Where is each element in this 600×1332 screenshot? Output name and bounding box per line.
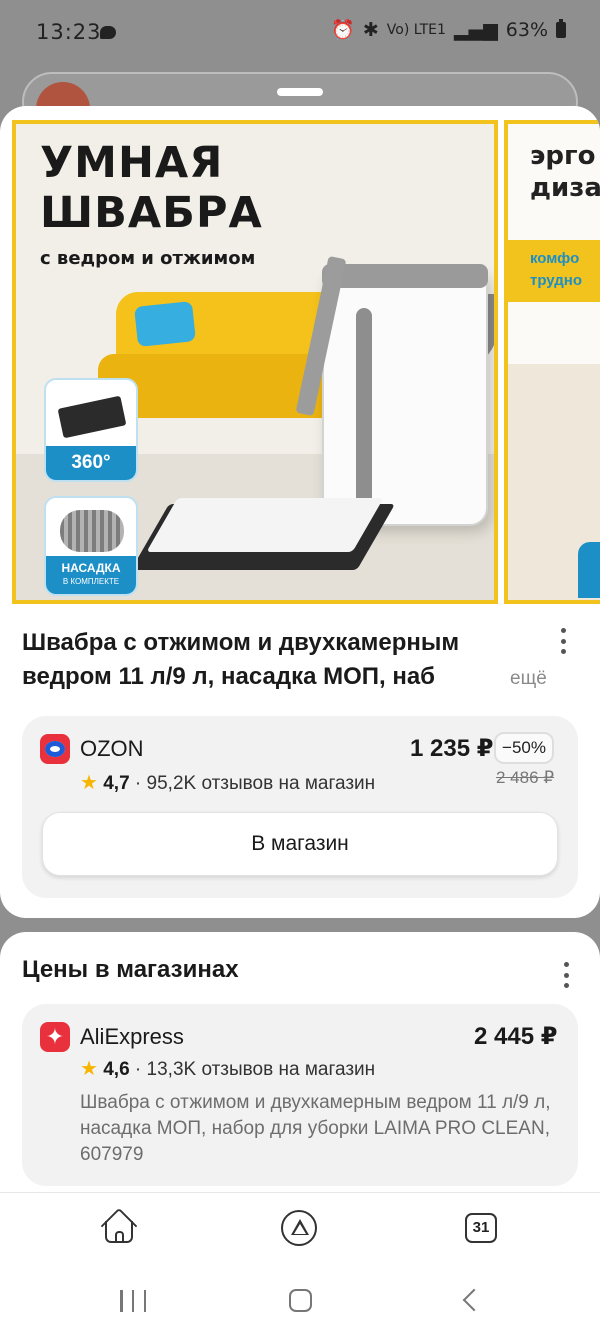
system-nav-bar xyxy=(0,1268,600,1332)
product-title-line2: ведром 11 л/9 л, насадка МОП, наб xyxy=(22,663,436,690)
pad-badge-subtext: В КОМПЛЕКТЕ xyxy=(62,577,120,586)
mop-head-icon xyxy=(57,395,127,439)
rating-value: 4,7 xyxy=(103,773,130,794)
reviews-count: · 95,2K отзывов на магазин xyxy=(134,773,376,794)
tabs-button[interactable]: 31 xyxy=(462,1209,502,1249)
rating-value: 4,6 xyxy=(103,1059,130,1080)
bluetooth-icon: ✱ xyxy=(362,18,379,41)
bucket-lid xyxy=(322,264,488,288)
shop-name: OZON xyxy=(80,736,144,761)
product-gallery[interactable]: УМНАЯ ШВАБРА с ведром и отжимом 360° НАС… xyxy=(12,120,600,604)
slide2-band-line2: трудно xyxy=(530,272,583,289)
signal-icon: ▂▄▆ xyxy=(453,18,498,41)
bottom-nav: 31 xyxy=(0,1192,600,1268)
price: 1 235 ₽ xyxy=(410,735,494,762)
promo-title-line2: ШВАБРА xyxy=(40,188,263,238)
system-home-icon[interactable] xyxy=(289,1289,312,1312)
status-time: 13:23 xyxy=(36,20,102,44)
slide2-blue-badge xyxy=(578,542,600,598)
old-price: 2 486 ₽ xyxy=(496,768,555,787)
pad-badge-text: НАСАДКА xyxy=(61,561,121,575)
product-title-line1: Швабра с отжимом и двухкамерным xyxy=(22,629,460,656)
go-to-store-button[interactable]: В магазин xyxy=(42,812,558,876)
star-icon: ★ xyxy=(80,772,98,794)
bucket-stripe xyxy=(356,308,372,522)
back-icon[interactable] xyxy=(462,1288,486,1312)
pad-included-badge: НАСАДКА В КОМПЛЕКТЕ xyxy=(44,496,138,596)
product-sheet: УМНАЯ ШВАБРА с ведром и отжимом 360° НАС… xyxy=(0,106,600,918)
product-menu-icon[interactable] xyxy=(560,628,566,654)
discount-badge: −50% xyxy=(494,732,554,764)
mop-pad-top xyxy=(146,498,384,552)
alarm-icon: ⏰ xyxy=(331,19,355,41)
bucket-image xyxy=(322,270,488,526)
pad-included-label: НАСАДКА В КОМПЛЕКТЕ xyxy=(46,556,136,594)
battery-icon xyxy=(556,18,566,38)
slide2-title: эрго диза xyxy=(530,140,600,204)
rotation-badge-label: 360° xyxy=(46,446,136,480)
promo-title-line1: УМНАЯ xyxy=(40,138,224,188)
status-icons: ⏰ ✱ Vo) LTE1 ▂▄▆ 63% xyxy=(331,18,566,41)
shop-name: AliExpress xyxy=(80,1024,184,1049)
pad-roll-icon xyxy=(60,510,124,552)
alice-button[interactable] xyxy=(280,1209,320,1249)
offer-card[interactable]: AliExpress ★ 4,6 · 13,3K отзывов на мага… xyxy=(22,1004,578,1186)
more-link[interactable]: ещё xyxy=(510,668,547,690)
slide2-title-line2: диза xyxy=(530,173,600,203)
battery-percent: 63% xyxy=(505,18,548,41)
offer-description: Швабра с отжимом и двухкамерным ведром 1… xyxy=(80,1092,551,1165)
wifi-icon: Vo) LTE1 xyxy=(386,21,446,38)
section-title: Цены в магазинах xyxy=(22,956,239,983)
promo-subtitle: с ведром и отжимом xyxy=(40,248,256,269)
pillow xyxy=(134,301,196,347)
shop-rating: ★ 4,6 · 13,3K отзывов на магазин xyxy=(80,1056,375,1081)
product-title: Швабра с отжимом и двухкамерным ведром 1… xyxy=(22,626,542,694)
rotation-badge: 360° xyxy=(44,378,138,482)
gallery-slide-2[interactable]: эрго диза комфо трудно xyxy=(504,120,600,604)
aliexpress-logo-icon xyxy=(40,1022,70,1052)
ozon-logo-icon xyxy=(40,734,70,764)
home-icon-door xyxy=(115,1231,124,1243)
home-button[interactable] xyxy=(100,1207,140,1249)
prices-section: Цены в магазинах AliExpress ★ 4,6 · 13,3… xyxy=(0,932,600,1232)
tabs-count-icon: 31 xyxy=(465,1213,497,1243)
promo-title: УМНАЯ ШВАБРА xyxy=(40,138,263,238)
best-offer-card[interactable]: OZON ★ 4,7 · 95,2K отзывов на магазин 1 … xyxy=(22,716,578,898)
alice-icon-triangle-inner xyxy=(294,1224,306,1234)
shop-rating: ★ 4,7 · 95,2K отзывов на магазин xyxy=(80,770,375,795)
star-icon: ★ xyxy=(80,1058,98,1080)
price: 2 445 ₽ xyxy=(474,1023,558,1050)
reviews-count: · 13,3K отзывов на магазин xyxy=(134,1059,376,1080)
recent-apps-icon[interactable] xyxy=(120,1290,146,1312)
slide2-band-text: комфо трудно xyxy=(530,248,582,292)
sheet-drag-handle[interactable] xyxy=(277,88,323,96)
status-bar: 13:23 ⏰ ✱ Vo) LTE1 ▂▄▆ 63% xyxy=(0,0,600,64)
slide2-band-line1: комфо xyxy=(530,250,580,267)
chat-notification-icon xyxy=(100,26,116,39)
section-menu-icon[interactable] xyxy=(563,962,569,988)
gallery-slide-1[interactable]: УМНАЯ ШВАБРА с ведром и отжимом 360° НАС… xyxy=(12,120,498,604)
slide2-title-line1: эрго xyxy=(530,141,596,171)
slide2-band: комфо трудно xyxy=(508,240,600,302)
